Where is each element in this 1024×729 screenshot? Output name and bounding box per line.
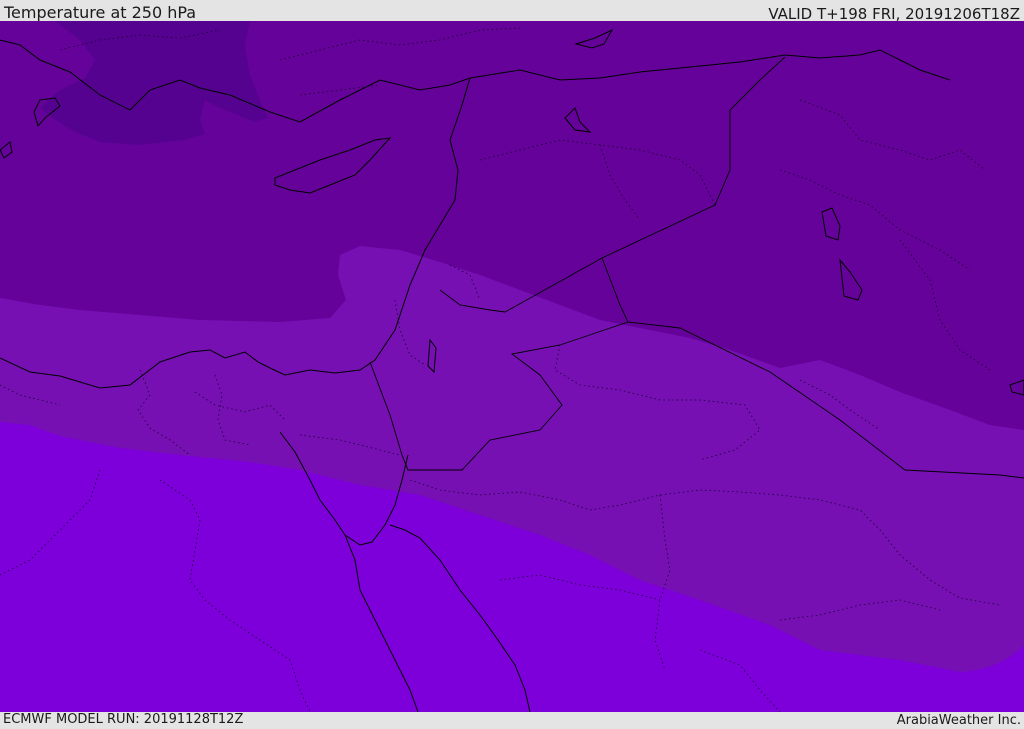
model-run-label: ECMWF MODEL RUN: 20191128T12Z bbox=[3, 712, 244, 727]
header-bar: Temperature at 250 hPa VALID T+198 FRI, … bbox=[0, 0, 1024, 21]
valid-time-label: VALID T+198 FRI, 20191206T18Z bbox=[768, 5, 1020, 21]
temperature-map[interactable] bbox=[0, 21, 1024, 712]
map-title: Temperature at 250 hPa bbox=[4, 3, 197, 21]
map-viewer: Temperature at 250 hPa VALID T+198 FRI, … bbox=[0, 0, 1024, 729]
credit-label: ArabiaWeather Inc. bbox=[896, 713, 1021, 728]
footer-bar: ECMWF MODEL RUN: 20191128T12Z ArabiaWeat… bbox=[0, 712, 1024, 729]
